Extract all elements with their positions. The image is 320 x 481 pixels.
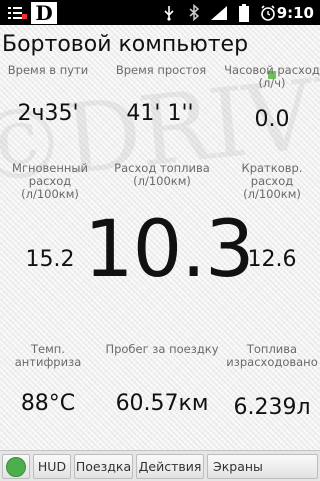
- short-term-rate-label: Кратковр. расход (л/100км): [241, 161, 303, 201]
- travel-time-label: Время в пути: [7, 63, 89, 77]
- coolant-temp-label: Темп. антифриза: [14, 342, 82, 369]
- trip-computer-screen: ©DRIVE Бортовой компьютер Время в пути В…: [0, 25, 320, 450]
- tab-actions[interactable]: Действия: [136, 454, 204, 479]
- alarm-icon: [258, 0, 278, 25]
- hourly-rate-value: 0.0: [254, 107, 290, 132]
- app-logo-icon: D: [30, 0, 58, 25]
- tab-screens[interactable]: Экраны: [207, 454, 318, 479]
- travel-time-value: 2ч35': [17, 101, 79, 126]
- trip-distance-value: 60.57км: [115, 391, 209, 416]
- usb-icon: [158, 0, 180, 25]
- bottom-tab-bar: HUD Поездка Действия Экраны: [0, 450, 320, 481]
- short-term-rate-value: 12.6: [247, 247, 297, 272]
- tab-hud[interactable]: HUD: [33, 454, 71, 479]
- fuel-used-label: Топлива израсходовано: [226, 342, 318, 369]
- fuel-rate-label: Расход топлива (л/100км): [114, 161, 210, 188]
- fuel-used-value: 6.239л: [233, 395, 311, 420]
- battery-icon: [234, 0, 254, 25]
- idle-time-value: 41' 1'': [126, 101, 194, 126]
- idle-time-label: Время простоя: [115, 63, 207, 77]
- clock: 9:10: [276, 3, 314, 22]
- list-notification-icon: [4, 0, 30, 25]
- svg-text:D: D: [35, 2, 52, 24]
- hourly-rate-label: Часовой расход (л/ч): [224, 63, 320, 90]
- coolant-temp-value: 88°C: [20, 391, 76, 416]
- tab-trip[interactable]: Поездка: [74, 454, 133, 479]
- bluetooth-icon: [184, 0, 204, 25]
- trip-distance-label: Пробег за поездку: [105, 342, 219, 356]
- signal-icon: [208, 0, 230, 25]
- connection-status-icon: [6, 456, 26, 477]
- connection-status-button[interactable]: [2, 454, 30, 479]
- status-bar: D 9:10: [0, 0, 320, 25]
- instant-rate-label: Мгновенный расход (л/100км): [12, 161, 88, 201]
- page-title: Бортовой компьютер: [2, 32, 249, 57]
